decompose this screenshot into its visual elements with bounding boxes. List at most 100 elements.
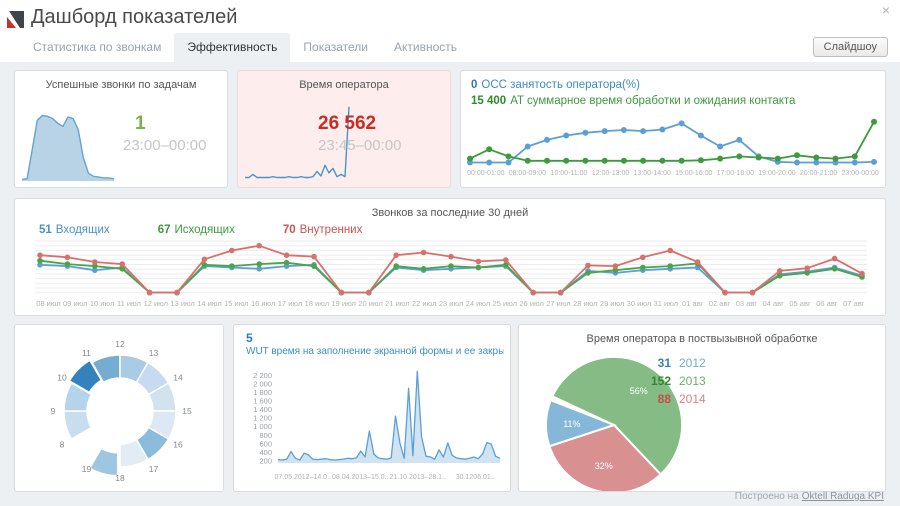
chart-text: 19 [82, 464, 92, 474]
success-calls-value: 1 [135, 113, 146, 135]
footer-credit: Построено наOktell Raduga KPI [735, 491, 884, 502]
chart-text: 10 [57, 373, 67, 383]
x-axis-label: 21.10.2013–28.1.. [389, 474, 447, 481]
x-axis-label: 12 июл [142, 299, 169, 308]
occupancy-x-axis: 00:00-01:0008:00-09:0010:00-11:0012:00-1… [465, 170, 881, 177]
hours-donut-chart: 8910111213141516171819 [15, 325, 223, 491]
legend-item: 70Внутренних [283, 224, 363, 236]
x-axis-label: 28 июл [572, 299, 599, 308]
close-icon[interactable]: × [882, 3, 890, 17]
legend-item: 67Исходящих [158, 224, 235, 236]
x-axis-label: 31 июл [652, 299, 679, 308]
chart-text: 12 [115, 339, 125, 349]
x-axis-label: 15:00-16:00 [673, 170, 715, 177]
footer-link[interactable]: Oktell Raduga KPI [802, 491, 884, 502]
x-axis-label: 05 авг [787, 299, 814, 308]
calls-30-legend: 51Входящих 67Исходящих 70Внутренних [39, 224, 410, 236]
card-calls-30-days: Звонков за последние 30 дней 51Входящих 6… [14, 198, 886, 316]
chart-text: 9 [51, 406, 56, 416]
x-axis-label: 03 авг [733, 299, 760, 308]
card-title-success-calls: Успешные звонки по задачам [15, 71, 227, 91]
x-axis-label: 23:00-00:00 [839, 170, 881, 177]
page-title: Дашборд показателей [31, 6, 237, 29]
wut-value: 5 [246, 331, 253, 345]
operator-time-period: 23:45–00:00 [318, 137, 401, 154]
postcall-legend: 3120121522013882014 [637, 356, 706, 410]
occupancy-line-chart [464, 113, 882, 169]
x-axis-label: 04 авг [760, 299, 787, 308]
chart-text: 8 [60, 440, 65, 450]
calls-30-x-axis: 08 июл09 июл10 июл11 июл12 июл13 июл14 и… [35, 299, 867, 308]
dashboard-window: Дашборд показателей × Статистика по звон… [0, 0, 900, 506]
wut-x-axis: 07.05.2012–14.0..08.04.2013–15.0..21.10.… [274, 474, 504, 481]
tab-efficiency[interactable]: Эффективность [174, 33, 290, 62]
occupancy-label: OCC занятость оператора(%) [481, 79, 640, 91]
x-axis-label: 30.1206.01.. [447, 474, 505, 481]
x-axis-label: 21 июл [384, 299, 411, 308]
x-axis-label: 07.05.2012–14.0.. [274, 474, 332, 481]
x-axis-label: 19 июл [330, 299, 357, 308]
slideshow-button[interactable]: Слайдшоу [813, 37, 888, 57]
handling-time-label: AT суммарное время обработки и ожидания … [510, 95, 795, 107]
x-axis-label: 17 июл [277, 299, 304, 308]
chart-text: 18 [115, 473, 125, 483]
x-axis-label: 07 авг [840, 299, 867, 308]
operator-time-value: 26 562 [318, 113, 376, 135]
legend-item: 51Входящих [39, 224, 110, 236]
x-axis-label: 08.04.2013–15.0.. [332, 474, 390, 481]
chart-text: 16 [173, 440, 183, 450]
x-axis-label: 11 июл [116, 299, 143, 308]
x-axis-label: 14 июл [196, 299, 223, 308]
x-axis-label: 18 июл [303, 299, 330, 308]
card-title-operator-time: Время оператора [238, 71, 450, 91]
x-axis-label: 13 июл [169, 299, 196, 308]
occupancy-value: 0 [471, 79, 477, 91]
card-title-calls-30-days: Звонков за последние 30 дней [15, 199, 885, 219]
tab-call-statistics[interactable]: Статистика по звонкам [20, 33, 174, 62]
x-axis-label: 00:00-01:00 [465, 170, 507, 177]
x-axis-label: 25 июл [491, 299, 518, 308]
x-axis-label: 13:00-14:00 [631, 170, 673, 177]
x-axis-label: 01 авг [679, 299, 706, 308]
footer-text: Построено на [735, 491, 799, 502]
pie-legend-row: 312012 [637, 356, 706, 374]
occupancy-metric: 0 OCC занятость оператора(%) [471, 79, 640, 91]
x-axis-label: 09 июл [62, 299, 89, 308]
x-axis-label: 06 авг [813, 299, 840, 308]
chart-text: 13 [149, 348, 159, 358]
x-axis-label: 30 июл [626, 299, 653, 308]
chart-text: 17 [149, 464, 159, 474]
tab-bar: Статистика по звонкам Эффективность Пока… [20, 33, 470, 62]
pie-legend-row: 1522013 [637, 374, 706, 392]
x-axis-label: 22 июл [411, 299, 438, 308]
tab-activity[interactable]: Активность [381, 33, 470, 62]
card-occupancy: 0 OCC занятость оператора(%) 15 400 AT сум… [460, 70, 886, 188]
card-postcall-pie: Время оператора в поствызывной обработке… [518, 324, 886, 492]
card-wut: 5 WUT время на заполнение экранной формы… [233, 324, 511, 492]
x-axis-label: 12:00-13:00 [590, 170, 632, 177]
chart-text: 32% [595, 461, 613, 471]
x-axis-label: 17:00-18:00 [715, 170, 757, 177]
handling-time-value: 15 400 [471, 95, 506, 107]
card-success-calls: Успешные звонки по задачам 1 23:00–00:00 [14, 70, 228, 188]
x-axis-label: 27 июл [545, 299, 572, 308]
success-calls-area-chart [19, 97, 117, 185]
chart-text: 200 [259, 456, 272, 465]
chart-text: 11 [82, 348, 91, 358]
card-operator-time: Время оператора 26 562 23:45–00:00 [237, 70, 451, 188]
x-axis-label: 08 июл [35, 299, 62, 308]
x-axis-label: 26 июл [518, 299, 545, 308]
chart-text: 15 [182, 406, 192, 416]
success-calls-period: 23:00–00:00 [123, 137, 206, 154]
calls-30-line-chart [35, 239, 867, 297]
app-logo-icon [7, 11, 24, 28]
x-axis-label: 10:00-11:00 [548, 170, 590, 177]
x-axis-label: 16 июл [250, 299, 277, 308]
x-axis-label: 08:00-09:00 [507, 170, 549, 177]
x-axis-label: 10 июл [89, 299, 116, 308]
x-axis-label: 24 июл [465, 299, 492, 308]
x-axis-label: 20:00-21:00 [798, 170, 840, 177]
card-hours-donut: 8910111213141516171819 [14, 324, 224, 492]
tab-indicators[interactable]: Показатели [290, 33, 381, 62]
x-axis-label: 20 июл [357, 299, 384, 308]
